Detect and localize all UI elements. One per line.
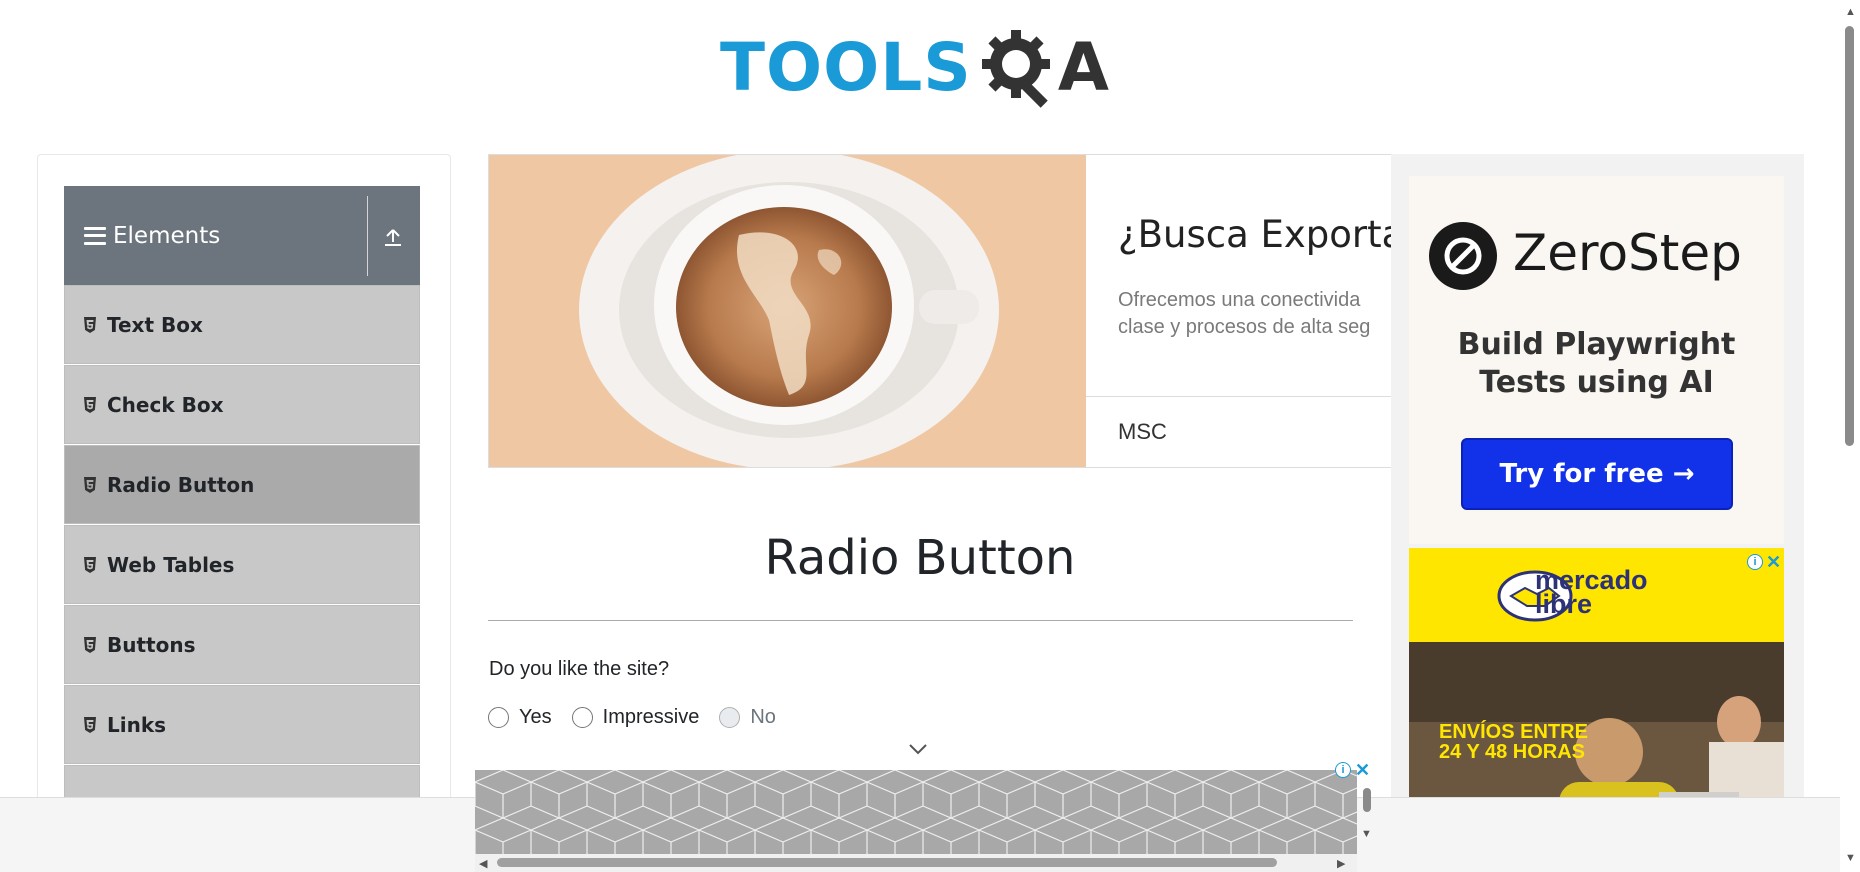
upload-icon[interactable] xyxy=(382,226,404,248)
ad-brand: MSC xyxy=(1118,419,1167,444)
question-label: Do you like the site? xyxy=(489,658,670,680)
gear-magnifier-icon xyxy=(978,26,1062,110)
sidebar-item-buttons[interactable]: Buttons xyxy=(64,605,420,684)
sidebar-item-web-tables[interactable]: Web Tables xyxy=(64,525,420,604)
radio-impressive[interactable]: Impressive xyxy=(571,706,700,729)
radio-label[interactable]: Impressive xyxy=(603,706,700,729)
promo-line: 24 Y 48 HORAS xyxy=(1439,741,1586,763)
chevron-down-icon[interactable] xyxy=(908,742,928,756)
radio-circle[interactable] xyxy=(571,707,593,728)
sidebar-item-label: Buttons xyxy=(107,632,196,657)
brand-line: libre xyxy=(1535,589,1593,619)
html5-icon xyxy=(84,636,96,653)
ad-description-line: clase y procesos de alta seg xyxy=(1118,316,1371,338)
logo-text: TOOLS xyxy=(720,29,972,106)
tagline-line: Build Playwright xyxy=(1457,327,1736,362)
hamburger-icon xyxy=(84,226,106,245)
mercado-libre-header: mercado libre i ✕ xyxy=(1409,548,1784,642)
scrollbar-thumb[interactable] xyxy=(497,858,1277,867)
tagline-line: Tests using AI xyxy=(1479,365,1714,400)
scroll-down-icon[interactable]: ▼ xyxy=(1361,828,1372,840)
radio-circle[interactable] xyxy=(488,707,509,728)
ad-title: ¿Busca Exportar xyxy=(1118,213,1394,256)
ad-divider xyxy=(1086,396,1393,397)
scrollbar-thumb[interactable] xyxy=(1363,788,1371,812)
logo-text-a: A xyxy=(1057,29,1109,106)
radio-group: Yes Impressive No xyxy=(488,706,796,729)
radio-no: No xyxy=(719,706,776,729)
title-divider xyxy=(488,620,1353,621)
header-divider xyxy=(367,196,368,276)
page: TOOLS A Elements Text Box Check Box Radi… xyxy=(0,0,1860,872)
sidebar-item-radio-button[interactable]: Radio Button xyxy=(64,445,420,524)
sidebar-item-label: Check Box xyxy=(107,392,224,417)
toolsqa-logo[interactable]: TOOLS A xyxy=(720,18,1120,118)
elements-menu: Text Box Check Box Radio Button Web Tabl… xyxy=(64,285,420,845)
bottom-ad-frame[interactable]: i ✕ ◀ ▶ xyxy=(475,761,1370,872)
cube-pattern-ad[interactable] xyxy=(475,770,1357,854)
close-icon[interactable]: ✕ xyxy=(1766,553,1781,571)
coffee-cup-image xyxy=(489,155,1086,467)
sidebar-item-label: Links xyxy=(107,712,167,737)
elements-group-header[interactable]: Elements xyxy=(64,186,420,285)
close-icon[interactable]: ✕ xyxy=(1355,761,1370,779)
ad-description-line: Ofrecemos una conectivida xyxy=(1118,289,1361,311)
group-title: Elements xyxy=(113,222,221,249)
left-panel: Elements Text Box Check Box Radio Button… xyxy=(37,154,451,872)
html5-icon xyxy=(84,396,96,413)
try-for-free-button[interactable]: Try for free → xyxy=(1461,438,1733,510)
zerostep-logo-icon xyxy=(1429,222,1497,290)
vertical-scrollbar[interactable]: ▼ xyxy=(1361,788,1373,848)
radio-label[interactable]: Yes xyxy=(519,706,552,729)
zerostep-name: ZeroStep xyxy=(1513,224,1742,282)
sidebar-item-links[interactable]: Links xyxy=(64,685,420,764)
sidebar-item-check-box[interactable]: Check Box xyxy=(64,365,420,444)
scroll-down-icon[interactable]: ▼ xyxy=(1845,852,1856,864)
radio-label: No xyxy=(750,706,776,728)
sidebar-item-label: Text Box xyxy=(107,312,203,337)
page-scrollbar-thumb[interactable] xyxy=(1845,26,1854,446)
sidebar-item-label: Web Tables xyxy=(107,552,235,577)
horizontal-scrollbar[interactable]: ◀ ▶ xyxy=(475,854,1357,872)
scroll-up-icon[interactable]: ▲ xyxy=(1845,6,1856,18)
mercado-libre-logo-text: mercado libre xyxy=(1535,567,1648,619)
sidebar-item-label: Radio Button xyxy=(107,472,255,497)
msc-ad-banner[interactable]: ¿Busca Exportar Ofrecemos una conectivid… xyxy=(488,154,1394,468)
html5-icon xyxy=(84,556,96,573)
page-title: Radio Button xyxy=(764,530,1076,586)
ad-info-icon[interactable]: i xyxy=(1335,762,1351,778)
right-ad-column: ZeroStep Build Playwright Tests using AI… xyxy=(1391,154,1804,872)
sidebar-item-text-box[interactable]: Text Box xyxy=(64,285,420,364)
radio-circle xyxy=(719,707,741,728)
promo-line: ENVÍOS ENTRE xyxy=(1439,721,1588,743)
ad-info-icon[interactable]: i xyxy=(1747,554,1763,570)
scroll-left-icon[interactable]: ◀ xyxy=(479,857,487,870)
html5-icon xyxy=(84,476,96,493)
radio-yes[interactable]: Yes xyxy=(488,706,552,729)
ad-description: Ofrecemos una conectivida clase y proces… xyxy=(1118,287,1393,341)
scroll-right-icon[interactable]: ▶ xyxy=(1337,857,1345,870)
zerostep-ad[interactable]: ZeroStep Build Playwright Tests using AI… xyxy=(1409,176,1784,544)
zerostep-tagline: Build Playwright Tests using AI xyxy=(1409,326,1784,402)
page-scrollbar[interactable]: ▲ ▼ xyxy=(1840,0,1860,872)
html5-icon xyxy=(84,716,96,733)
html5-icon xyxy=(84,316,96,333)
delivery-promo-text: ENVÍOS ENTRE 24 Y 48 HORAS xyxy=(1439,722,1588,762)
